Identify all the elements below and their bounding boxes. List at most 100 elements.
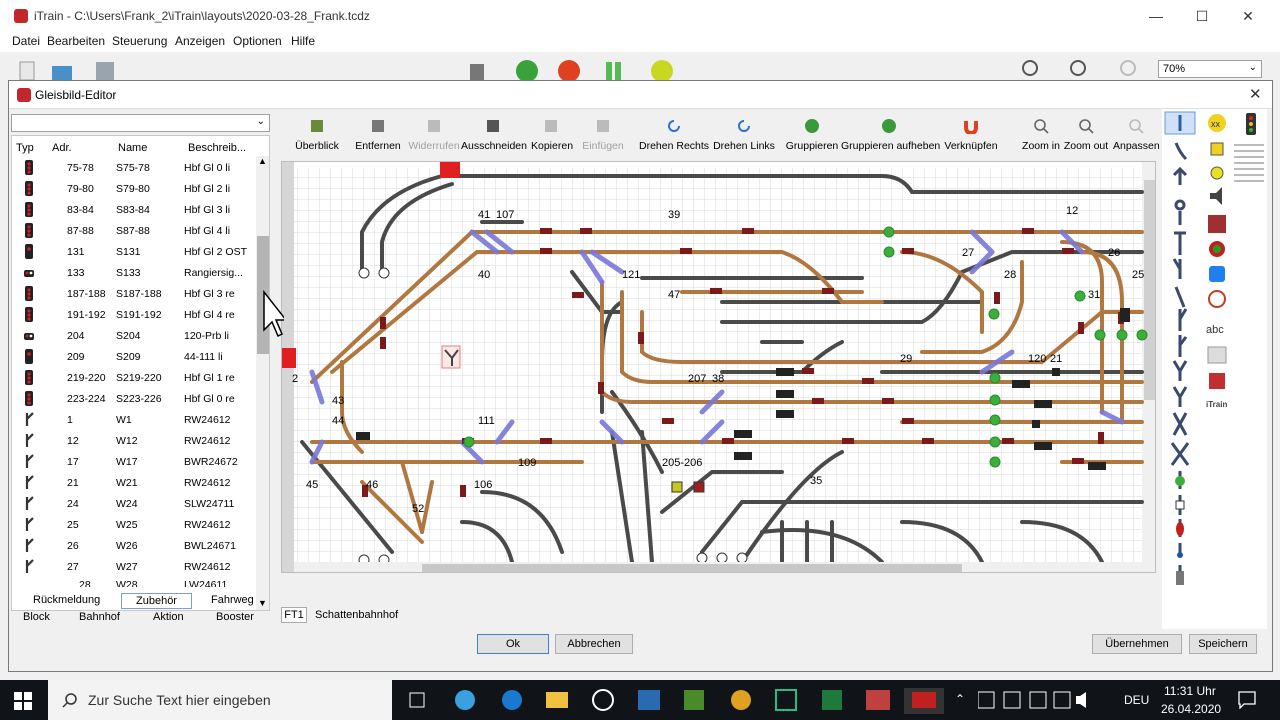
tab-rueckmeldung[interactable]: Rückmeldung: [33, 594, 100, 606]
toolbar-button-1[interactable]: Entfernen: [353, 111, 403, 153]
apply-button[interactable]: Übernehmen: [1092, 634, 1182, 654]
minimize-button[interactable]: —: [1146, 6, 1166, 26]
block-number-label[interactable]: 41: [478, 209, 490, 221]
palette-svg[interactable]: xx abc iTrain: [1162, 109, 1267, 629]
table-row[interactable]: 83-84 S83-84 Hbf Gl 3 li: [12, 199, 258, 220]
scroll-up-icon[interactable]: ▲: [258, 156, 267, 166]
menu-optionen[interactable]: Optionen: [233, 34, 282, 48]
toolbar-button-6[interactable]: Drehen Rechts: [639, 111, 709, 153]
table-row[interactable]: 87-88 S87-88 Hbf Gl 4 li: [12, 220, 258, 241]
menu-bearbeiten[interactable]: Bearbeiten: [47, 34, 105, 48]
clock-time[interactable]: 11:31 Uhr: [1164, 684, 1216, 698]
block-number-label[interactable]: 2: [292, 373, 298, 385]
block-number-label[interactable]: 44: [332, 415, 344, 427]
table-row[interactable]: 223-224 S223-226 Hbf Gl 0 re: [12, 388, 258, 409]
accessory-table[interactable]: Typ Adr. Name Beschreib... 75-78 S75-78 Hb…: [11, 135, 270, 611]
table-row[interactable]: 204 S204 120-Prb li: [12, 325, 258, 346]
table-row[interactable]: 131 S131 Hbf Gl 2 OST: [12, 241, 258, 262]
table-row[interactable]: 133 S133 Rangiersig...: [12, 262, 258, 283]
tab-zubehoer[interactable]: Zubehör: [121, 593, 192, 609]
toolbar-button-0[interactable]: Überblick: [295, 111, 339, 153]
cancel-button[interactable]: Abbrechen: [555, 634, 633, 654]
table-row[interactable]: 28 W28 LW24611: [12, 577, 258, 587]
table-row[interactable]: 1 W1 RW24612: [12, 409, 258, 430]
file-toolbar-icons[interactable]: [18, 58, 128, 80]
block-number-label[interactable]: 38: [712, 373, 724, 385]
tab-aktion[interactable]: Aktion: [153, 611, 184, 623]
block-number-label[interactable]: 35: [810, 475, 822, 487]
windows-start-icon[interactable]: [14, 692, 32, 710]
menu-datei[interactable]: Datei: [12, 34, 40, 48]
taskbar-search[interactable]: Zur Suche Text hier eingeben: [48, 680, 392, 720]
table-row[interactable]: 26 W26 BWL24671: [12, 535, 258, 556]
menu-hilfe[interactable]: Hilfe: [291, 34, 315, 48]
table-row[interactable]: 79-80 S79-80 Hbf Gl 2 li: [12, 178, 258, 199]
zoom-select[interactable]: 70% ⌄: [1158, 60, 1262, 78]
block-number-label[interactable]: 29: [900, 353, 912, 365]
block-number-label[interactable]: 28: [1004, 269, 1016, 281]
block-number-label[interactable]: 40: [478, 269, 490, 281]
block-number-label[interactable]: 21: [1050, 353, 1062, 365]
block-number-label[interactable]: 43: [332, 395, 344, 407]
menu-anzeigen[interactable]: Anzeigen: [175, 34, 225, 48]
table-scrollbar[interactable]: ▲ ▼: [256, 156, 269, 610]
tab-bahnhof[interactable]: Bahnhof: [79, 611, 120, 623]
block-number-label[interactable]: 25: [1132, 269, 1144, 281]
toolbar-button-8[interactable]: Gruppieren: [785, 111, 839, 153]
table-row[interactable]: 191-192 S191-192 Hbf Gl 4 re: [12, 304, 258, 325]
taskbar-apps[interactable]: [404, 688, 944, 714]
table-row[interactable]: 27 W27 RW24612: [12, 556, 258, 577]
col-adr[interactable]: Adr.: [52, 142, 72, 154]
toolbar-button-11[interactable]: Zoom in: [1021, 111, 1061, 153]
track-layout-svg[interactable]: 41 107 39 12 27 26 25 40 121 47 28 31 29 120 21 207 38 43…: [282, 162, 1156, 573]
col-desc[interactable]: Beschreib...: [188, 142, 246, 154]
toolbar-button-5[interactable]: Einfügen: [581, 111, 625, 153]
block-number-label[interactable]: 111: [478, 415, 495, 427]
toolbar-button-3[interactable]: Ausschneiden: [461, 111, 527, 153]
table-row[interactable]: 17 W17 BWR24672: [12, 451, 258, 472]
block-number-label[interactable]: 45: [306, 479, 318, 491]
block-number-label[interactable]: 121: [622, 269, 640, 281]
toolbar-button-2[interactable]: Widerrufen: [407, 111, 461, 153]
block-number-label[interactable]: 46: [366, 479, 378, 491]
editor-close-icon[interactable]: ✕: [1249, 85, 1262, 103]
tab-booster[interactable]: Booster: [216, 611, 254, 623]
element-palette[interactable]: xx abc iTrain: [1162, 109, 1267, 629]
block-number-label[interactable]: 109: [518, 457, 536, 469]
block-number-label[interactable]: 12: [1066, 205, 1078, 217]
block-number-label[interactable]: 120: [1028, 353, 1046, 365]
tab-fahrweg[interactable]: Fahrweg: [211, 594, 254, 606]
tab-ft1[interactable]: FT1: [281, 607, 307, 623]
block-number-label[interactable]: 39: [668, 209, 680, 221]
table-row[interactable]: 187-188 S187-188 Hbf Gl 3 re: [12, 283, 258, 304]
notification-icon[interactable]: [1238, 691, 1256, 709]
track-layout-canvas[interactable]: 41 107 39 12 27 26 25 40 121 47 28 31 29 120 21 207 38 43…: [281, 161, 1156, 573]
toolbar-button-12[interactable]: Zoom out: [1063, 111, 1109, 153]
clock-date[interactable]: 26.04.2020: [1161, 702, 1221, 716]
save-button[interactable]: Speichern: [1189, 634, 1257, 654]
table-row[interactable]: 21 W21 RW24612: [12, 472, 258, 493]
block-number-label[interactable]: 47: [668, 289, 680, 301]
col-name[interactable]: Name: [118, 142, 147, 154]
maximize-button[interactable]: ☐: [1192, 6, 1212, 26]
tab-block[interactable]: Block: [23, 611, 50, 623]
control-toolbar-icons[interactable]: [466, 58, 686, 80]
block-number-label[interactable]: 27: [962, 247, 974, 259]
toolbar-button-9[interactable]: Gruppieren aufheben: [841, 111, 940, 153]
table-row[interactable]: 75-78 S75-78 Hbf Gl 0 li: [12, 157, 258, 178]
tray-chevron-icon[interactable]: ⌃: [955, 692, 965, 706]
block-number-label[interactable]: 205-206: [662, 457, 702, 469]
col-typ[interactable]: Typ: [16, 142, 34, 154]
language-indicator[interactable]: DEU: [1124, 693, 1149, 707]
scroll-down-icon[interactable]: ▼: [258, 598, 267, 608]
toolbar-button-13[interactable]: Anpassen: [1113, 111, 1160, 153]
zoom-toolbar-icons[interactable]: [1020, 58, 1150, 80]
block-number-label[interactable]: 207: [688, 373, 706, 385]
table-row[interactable]: 24 W24 SLW24711: [12, 493, 258, 514]
block-number-label[interactable]: 107: [496, 209, 514, 221]
table-row[interactable]: 219-220 S219-220 Hbf Gl 1 re: [12, 367, 258, 388]
ok-button[interactable]: Ok: [477, 634, 549, 654]
block-number-label[interactable]: 52: [412, 503, 424, 515]
block-number-label[interactable]: 26: [1108, 247, 1120, 259]
table-row[interactable]: 12 W12 RW24612: [12, 430, 258, 451]
